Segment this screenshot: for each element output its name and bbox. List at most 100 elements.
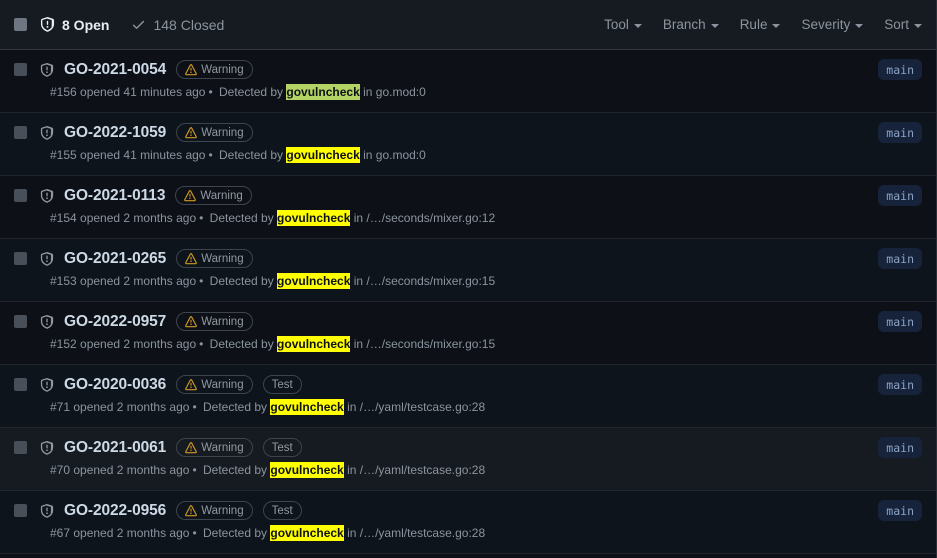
alert-title-link[interactable]: GO-2021-0113 bbox=[64, 187, 165, 205]
alert-opened-time: opened 2 months ago bbox=[80, 337, 197, 351]
branch-badge[interactable]: main bbox=[878, 248, 922, 269]
alert-title-link[interactable]: GO-2022-0957 bbox=[64, 313, 166, 331]
alert-meta: #153 opened 2 months ago • Detected by go… bbox=[50, 273, 922, 290]
meta-separator: • bbox=[208, 148, 213, 162]
test-badge[interactable]: Test bbox=[262, 501, 302, 520]
badge-label: Warning bbox=[201, 315, 244, 328]
alert-row[interactable]: GO-2022-0956 Warning Test #67 opened 2 mont… bbox=[0, 491, 936, 554]
alert-select-checkbox[interactable] bbox=[14, 63, 27, 76]
alert-row[interactable]: GO-2022-0957 Warning #152 opened 2 months … bbox=[0, 302, 936, 365]
branch-filter-dropdown[interactable]: Branch bbox=[663, 17, 719, 32]
warning-badge[interactable]: Warning bbox=[176, 375, 253, 394]
select-all-checkbox[interactable] bbox=[14, 18, 27, 31]
branch-badge[interactable]: main bbox=[878, 437, 922, 458]
warning-badge[interactable]: Warning bbox=[176, 249, 253, 268]
alert-row[interactable]: GO-2021-0061 Warning Test #70 opened 2 mont… bbox=[0, 428, 936, 491]
location-prefix: in bbox=[350, 274, 367, 288]
alert-row[interactable]: GO-2021-0113 Warning #154 opened 2 months … bbox=[0, 176, 936, 239]
shield-alert-icon bbox=[40, 125, 54, 140]
detected-by-label: Detected by bbox=[206, 211, 278, 225]
alert-row-header: GO-2020-0036 Warning Test bbox=[14, 374, 922, 395]
detected-by-label: Detected by bbox=[215, 85, 287, 99]
meta-separator: • bbox=[192, 463, 197, 477]
location-prefix: in bbox=[343, 526, 360, 540]
location-prefix: in bbox=[350, 211, 367, 225]
warning-badge[interactable]: Warning bbox=[176, 60, 253, 79]
alert-meta: #154 opened 2 months ago • Detected by go… bbox=[50, 210, 922, 227]
alert-select-checkbox[interactable] bbox=[14, 315, 27, 328]
alert-title-link[interactable]: GO-2022-1059 bbox=[64, 124, 166, 142]
alert-location: /…/seconds/mixer.go:15 bbox=[366, 274, 496, 288]
location-prefix: in bbox=[343, 400, 360, 414]
alert-row[interactable]: GO-2022-1059 Warning #155 opened 41 minute… bbox=[0, 113, 936, 176]
sort-filter-dropdown[interactable]: Sort bbox=[884, 17, 922, 32]
alert-row[interactable]: GO-2020-0036 Warning Test #71 opened 2 mont… bbox=[0, 365, 936, 428]
alert-select-checkbox[interactable] bbox=[14, 189, 27, 202]
warning-badge[interactable]: Warning bbox=[176, 123, 253, 142]
shield-alert-icon bbox=[40, 440, 54, 455]
test-badge[interactable]: Test bbox=[262, 438, 302, 457]
badge-label: Warning bbox=[200, 189, 243, 202]
branch-badge[interactable]: main bbox=[878, 122, 922, 143]
alert-number: #155 bbox=[50, 148, 81, 162]
location-prefix: in bbox=[359, 148, 376, 162]
alert-opened-time: opened 2 months ago bbox=[73, 463, 190, 477]
filter-open-alerts[interactable]: 8 Open bbox=[40, 17, 109, 33]
badge-label: Warning bbox=[201, 63, 244, 76]
chevron-down-icon bbox=[633, 23, 642, 28]
sort-filter-label: Sort bbox=[884, 17, 909, 32]
rule-filter-dropdown[interactable]: Rule bbox=[740, 17, 781, 32]
detected-by-tool: govulncheck bbox=[270, 462, 344, 478]
alert-opened-time: opened 2 months ago bbox=[80, 211, 197, 225]
badge-label: Warning bbox=[201, 252, 244, 265]
warning-badge[interactable]: Warning bbox=[176, 501, 253, 520]
badge-label: Warning bbox=[201, 126, 244, 139]
branch-badge[interactable]: main bbox=[878, 59, 922, 80]
alert-meta: #155 opened 41 minutes ago • Detected by … bbox=[50, 147, 922, 164]
branch-badge[interactable]: main bbox=[878, 311, 922, 332]
alert-title-link[interactable]: GO-2021-0054 bbox=[64, 61, 166, 79]
chevron-down-icon bbox=[855, 23, 864, 28]
severity-filter-dropdown[interactable]: Severity bbox=[801, 17, 864, 32]
branch-badge[interactable]: main bbox=[878, 185, 922, 206]
tool-filter-label: Tool bbox=[604, 17, 629, 32]
filter-closed-alerts[interactable]: 148 Closed bbox=[131, 17, 224, 33]
branch-badge[interactable]: main bbox=[878, 500, 922, 521]
alert-row[interactable]: GO-2021-0265 Warning #153 opened 2 months … bbox=[0, 239, 936, 302]
meta-separator: • bbox=[199, 211, 204, 225]
alert-select-checkbox[interactable] bbox=[14, 441, 27, 454]
alerts-list: GO-2021-0054 Warning #156 opened 41 minute… bbox=[0, 50, 936, 554]
warning-badge[interactable]: Warning bbox=[176, 312, 253, 331]
alert-title-link[interactable]: GO-2021-0061 bbox=[64, 439, 166, 457]
alert-title-link[interactable]: GO-2020-0036 bbox=[64, 376, 166, 394]
detected-by-label: Detected by bbox=[199, 526, 271, 540]
location-prefix: in bbox=[350, 337, 367, 351]
rule-filter-label: Rule bbox=[739, 17, 768, 32]
alert-select-checkbox[interactable] bbox=[14, 252, 27, 265]
badge-label: Test bbox=[271, 378, 293, 391]
alert-number: #153 bbox=[50, 274, 81, 288]
branch-badge[interactable]: main bbox=[878, 374, 922, 395]
tool-filter-dropdown[interactable]: Tool bbox=[604, 17, 642, 32]
alert-row-header: GO-2022-0956 Warning Test bbox=[14, 500, 922, 521]
alert-location: /…/seconds/mixer.go:12 bbox=[366, 211, 496, 225]
alert-location: /…/yaml/testcase.go:28 bbox=[359, 400, 486, 414]
warning-triangle-icon bbox=[185, 252, 198, 265]
warning-badge[interactable]: Warning bbox=[176, 438, 253, 457]
alert-select-checkbox[interactable] bbox=[14, 126, 27, 139]
alert-title-link[interactable]: GO-2021-0265 bbox=[64, 250, 166, 268]
alert-row[interactable]: GO-2021-0054 Warning #156 opened 41 minute… bbox=[0, 50, 936, 113]
alert-row-header: GO-2021-0265 Warning bbox=[14, 248, 922, 269]
alert-select-checkbox[interactable] bbox=[14, 378, 27, 391]
severity-filter-label: Severity bbox=[801, 17, 851, 32]
alert-title-link[interactable]: GO-2022-0956 bbox=[64, 502, 166, 520]
alert-opened-time: opened 41 minutes ago bbox=[80, 85, 206, 99]
code-scanning-alerts-panel: 8 Open 148 Closed Tool Branch Rule Sever… bbox=[0, 0, 937, 558]
alert-select-checkbox[interactable] bbox=[14, 504, 27, 517]
alerts-state-filters: 8 Open 148 Closed bbox=[14, 17, 224, 33]
test-badge[interactable]: Test bbox=[262, 375, 302, 394]
alert-number: #70 bbox=[50, 463, 74, 477]
chevron-down-icon bbox=[710, 23, 719, 28]
warning-badge[interactable]: Warning bbox=[175, 186, 252, 205]
badge-label: Test bbox=[271, 504, 293, 517]
